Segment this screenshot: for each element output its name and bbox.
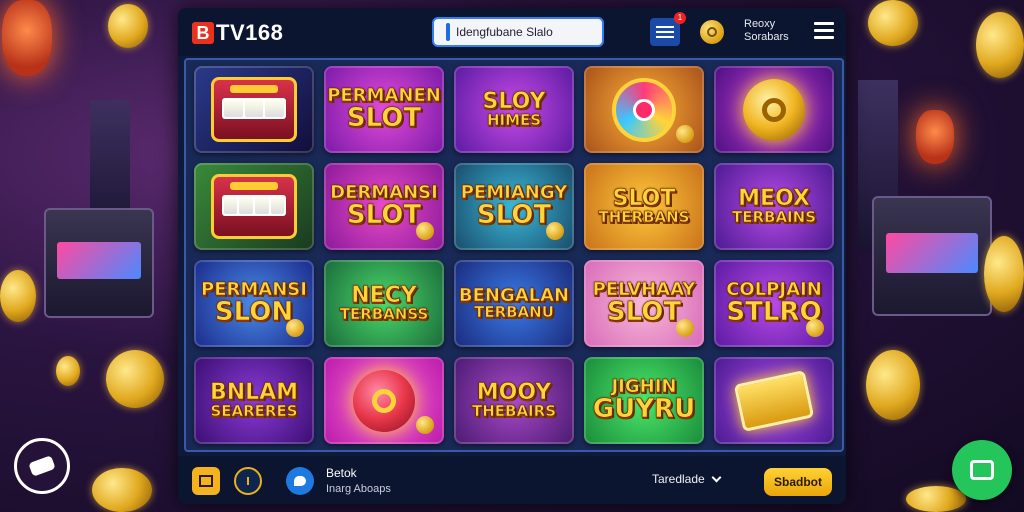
game-tile[interactable]: NECY TERBANSS <box>324 260 444 347</box>
game-title: SLOY HIMES <box>482 88 546 130</box>
logo-mark: B <box>192 22 214 44</box>
coin-decoration <box>866 350 920 420</box>
gold-coin-icon <box>743 78 805 141</box>
game-tile[interactable]: JIGHIN GUYRU <box>584 357 704 444</box>
search-box[interactable] <box>432 17 604 47</box>
search-input[interactable] <box>456 25 596 39</box>
coin-decoration <box>106 350 164 408</box>
game-tile[interactable]: BNLAM SEARERES <box>194 357 314 444</box>
user-info[interactable]: Reoxy Sorabars <box>744 18 789 44</box>
game-title: PERMANEN SLOT <box>327 85 441 134</box>
game-tile[interactable]: MOOY THEBAIRS <box>454 357 574 444</box>
game-tile[interactable]: PERMANSI SLON <box>194 260 314 347</box>
game-tile[interactable]: PERMANEN SLOT <box>324 66 444 153</box>
coin-icon <box>546 222 564 240</box>
coin-decoration <box>108 4 148 48</box>
coin-decoration <box>0 270 36 322</box>
arcade-machine-icon <box>210 77 298 142</box>
game-tile-treasure[interactable] <box>324 357 444 444</box>
coin-decoration <box>906 486 966 512</box>
arcade-decoration <box>44 208 154 318</box>
coin-icon <box>416 416 434 434</box>
coin-balance-icon[interactable] <box>700 20 724 44</box>
arcade-decoration <box>872 196 992 316</box>
game-tile[interactable]: DERMANSI SLOT <box>324 163 444 250</box>
coin-decoration <box>56 356 80 386</box>
game-tile-slot-machine[interactable] <box>194 163 314 250</box>
top-bar: B TV168 1 Reoxy Sorabars <box>178 8 846 56</box>
primary-action-button[interactable]: Sbadbot <box>764 468 832 496</box>
game-tile-wheel[interactable] <box>584 66 704 153</box>
app-window: B TV168 1 Reoxy Sorabars PERMANENSLOT <box>178 8 846 504</box>
bottom-bar: Betok Inarg Aboaps Taredlade Sbadbot <box>178 456 846 504</box>
game-title: BENGALAN TERBANU <box>458 284 570 322</box>
game-title: BNLAM SEARERES <box>209 379 299 421</box>
wheel-icon <box>612 77 676 142</box>
game-tile[interactable]: PEMIANGY SLOT <box>454 163 574 250</box>
chat-icon[interactable] <box>286 467 314 495</box>
game-grid: PERMANEN SLOT SLOY HIMES DERMANSI SLOT PEMI… <box>184 58 844 452</box>
game-tile-arcade[interactable] <box>194 66 314 153</box>
notification-badge: 1 <box>674 12 686 24</box>
language-select[interactable]: Taredlade <box>652 472 722 486</box>
gift-icon[interactable] <box>192 467 220 495</box>
game-tile-chest[interactable] <box>714 357 834 444</box>
game-tile[interactable]: COLPJAIN STLRO <box>714 260 834 347</box>
news-button[interactable]: 1 <box>650 12 686 46</box>
game-tile[interactable]: SLOT THERBANS <box>584 163 704 250</box>
support-info[interactable]: Betok Inarg Aboaps <box>326 465 391 497</box>
lantern-decoration <box>2 0 52 76</box>
chevron-down-icon <box>711 472 722 482</box>
logo-text: TV168 <box>216 20 284 45</box>
coin-decoration <box>868 0 918 46</box>
game-tile[interactable]: SLOY HIMES <box>454 66 574 153</box>
coin-decoration <box>92 468 152 512</box>
clock-icon[interactable] <box>234 467 262 495</box>
game-title: MOOY THEBAIRS <box>471 379 557 421</box>
coin-decoration <box>976 12 1024 78</box>
coin-icon <box>676 319 694 337</box>
support-subtitle: Inarg Aboaps <box>326 483 391 495</box>
lantern-decoration <box>916 110 954 164</box>
coin-icon <box>286 319 304 337</box>
logo[interactable]: B TV168 <box>192 20 283 46</box>
coin-icon <box>676 125 694 143</box>
slot-machine-icon <box>210 174 298 239</box>
support-title: Betok <box>326 466 357 480</box>
game-title: JIGHIN GUYRU <box>592 376 696 425</box>
user-status: Sorabars <box>744 31 789 43</box>
treasure-coin-icon <box>353 369 415 432</box>
search-cursor-icon <box>446 23 450 41</box>
coin-icon <box>806 319 824 337</box>
coin-icon <box>416 222 434 240</box>
game-tile[interactable]: PELVHAAY SLOT <box>584 260 704 347</box>
game-title: NECY TERBANSS <box>339 282 429 324</box>
game-tile[interactable]: MEOX TERBAINS <box>714 163 834 250</box>
chat-bubble-icon <box>970 460 994 480</box>
gold-chest-icon <box>733 369 815 432</box>
game-tile[interactable]: BENGALAN TERBANU <box>454 260 574 347</box>
game-title: MEOX TERBAINS <box>731 185 817 227</box>
coin-decoration <box>984 236 1024 312</box>
language-label: Taredlade <box>652 472 705 486</box>
game-tile-coin[interactable] <box>714 66 834 153</box>
live-chat-button[interactable] <box>952 440 1012 500</box>
promo-float-button[interactable] <box>14 438 70 494</box>
hamburger-menu-icon[interactable] <box>814 22 834 40</box>
user-name: Reoxy <box>744 18 776 30</box>
ticket-icon <box>28 455 56 477</box>
game-title: SLOT THERBANS <box>598 185 690 227</box>
